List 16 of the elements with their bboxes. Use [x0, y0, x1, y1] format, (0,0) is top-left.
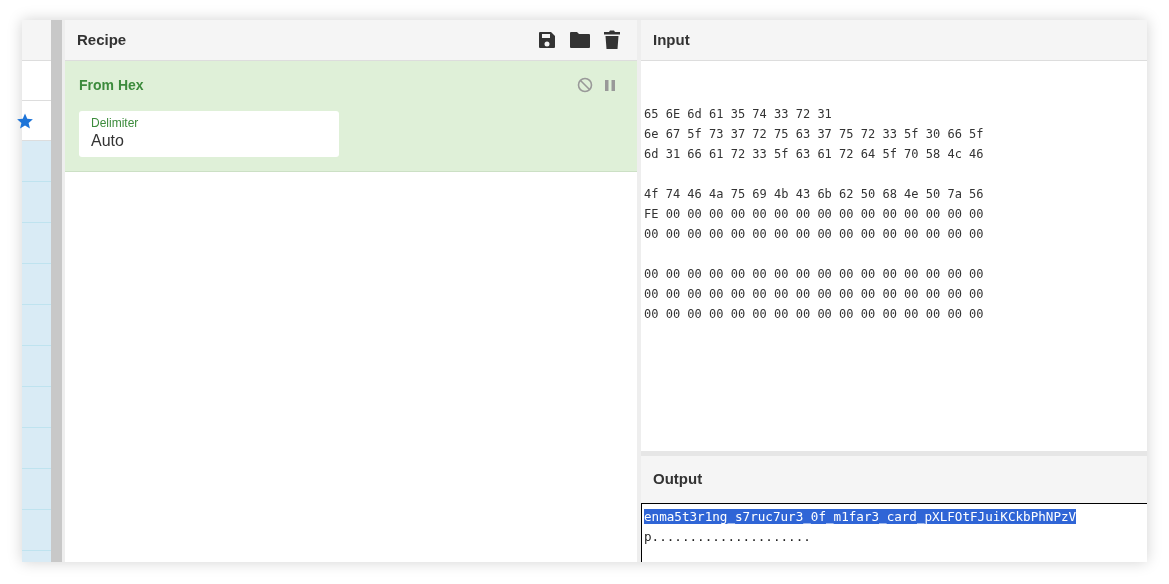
panel-header [22, 20, 51, 61]
delimiter-field[interactable]: Delimiter Auto [79, 111, 339, 157]
output-text: p..................... [644, 529, 811, 544]
scrollbar[interactable] [51, 20, 62, 562]
selected-text: enma5t3r1ng_s7ruc7ur3_0f_m1far3_card_pXLFOtFJuiKCkbPhNPzV [644, 509, 1077, 524]
panel-title: Recipe [77, 29, 127, 50]
disable-icon[interactable] [577, 77, 593, 93]
trash-icon[interactable] [603, 30, 621, 50]
input-field[interactable]: 65 6E 6d 61 35 74 33 72 31 6e 67 5f 73 37 72 75 63 37 75 72 33 5f 30 66 5f 6d 31 66 61 72 33 5f 63 61 72 64 5f 70 58 4c 46 4f 74 46 4a 75 69 4b 43 6b 62 50 68 4e 50 7a 56 FE 00 00 00 00 00 00 00 00 00 00 00 00 00 00 00 00 00 00 00 00 00 00 00 00 00 00 00 00 00 00 00 00 00 00 00 00 00 00 00 00 00 00 00 00 00 00 00 00 00 00 00 00 00 00 00 00 00 00 00 00 00 00 00 00 00 00 00 00 00 00 00 00 00 00 00 00 00 00 00 [641, 61, 1147, 451]
panel-title: Input [653, 29, 690, 50]
panel-title: Output [653, 469, 703, 490]
save-icon[interactable] [537, 30, 557, 50]
folder-icon[interactable] [569, 31, 591, 49]
pause-icon[interactable] [605, 79, 615, 91]
output-field[interactable]: enma5t3r1ng_s7ruc7ur3_0f_m1far3_card_pXLFOtFJuiKCkbPhNPzV p..................... [641, 503, 1147, 562]
operation-title: From Hex [79, 75, 144, 95]
